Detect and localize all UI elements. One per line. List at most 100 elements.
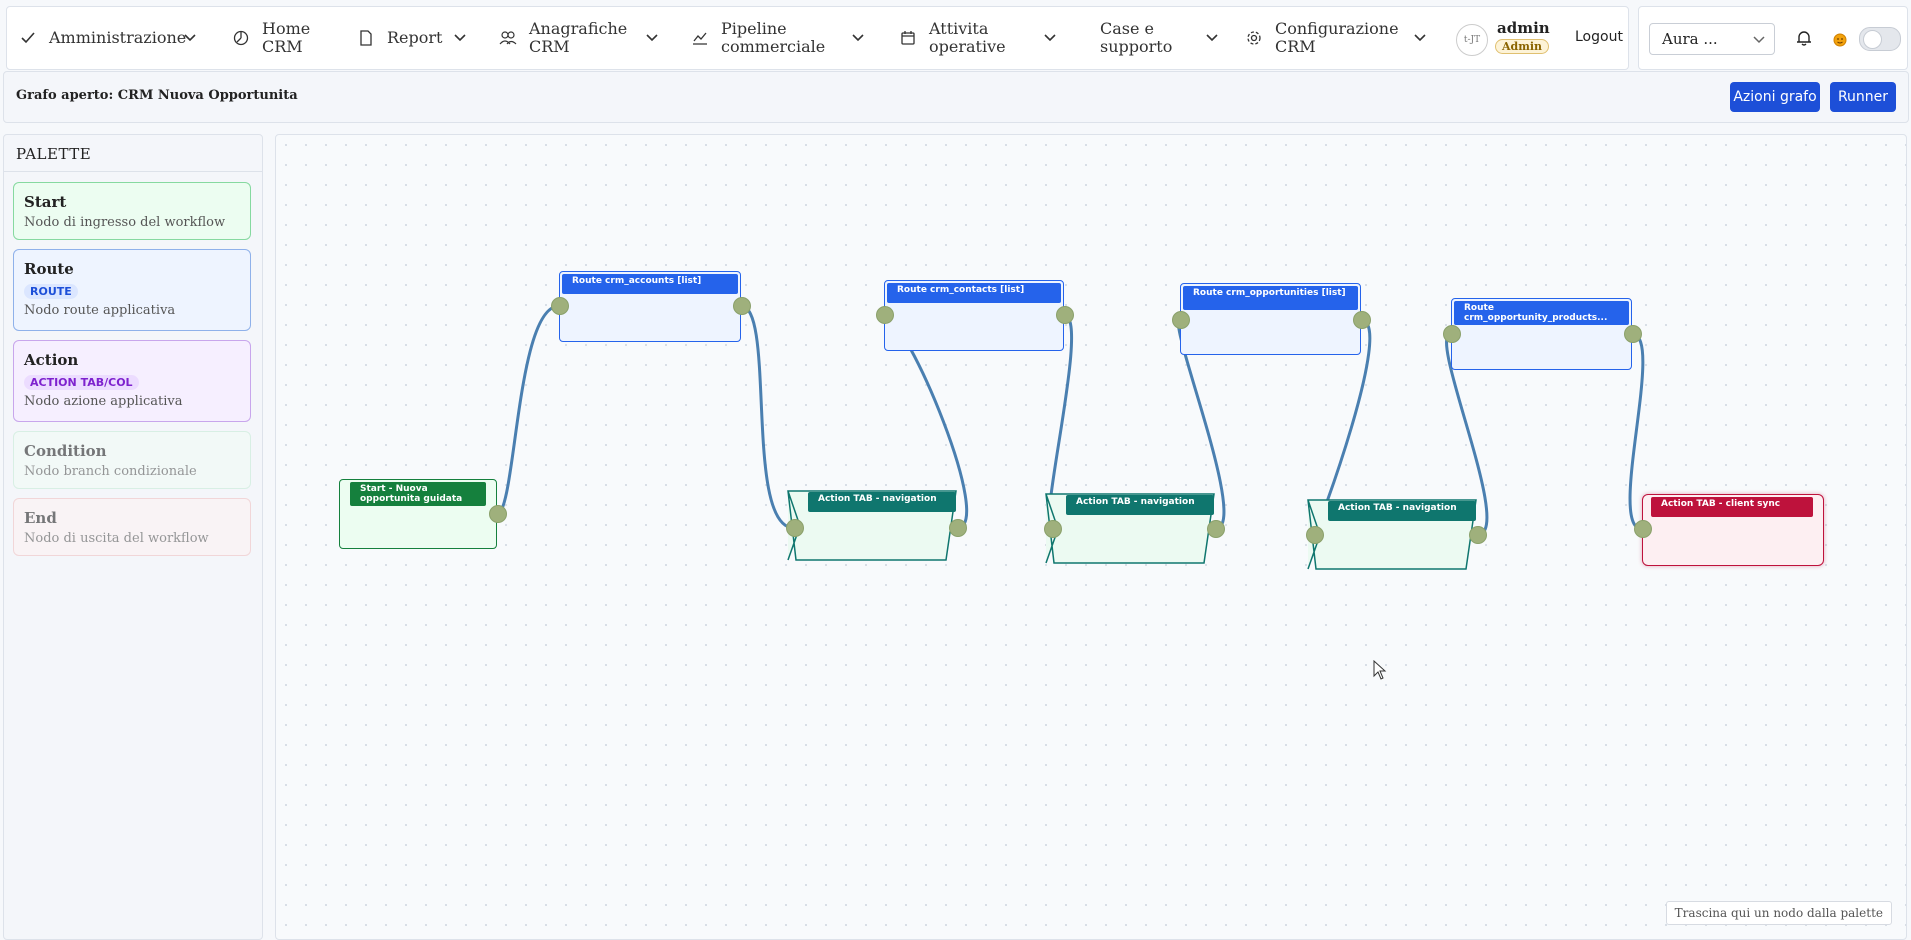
edge-start-r1 — [496, 304, 560, 516]
port-in[interactable] — [551, 297, 569, 315]
node-label: Action TAB - navigation — [1066, 495, 1214, 515]
divider — [4, 171, 262, 172]
palette-item-desc: Nodo azione applicativa — [24, 394, 183, 409]
graph-actions-button[interactable]: Azioni grafo — [1730, 82, 1820, 112]
palette-item-title: Route — [24, 260, 74, 278]
nav-label: Anagrafiche CRM — [529, 19, 628, 56]
nav-label: Report — [387, 28, 443, 47]
graph-canvas[interactable]: Start - Nuova opportunita guidata Route … — [275, 134, 1907, 940]
check-icon — [19, 29, 37, 47]
palette-item-condition[interactable]: Condition Nodo branch condizionale — [13, 431, 251, 489]
action-badge: ACTION TAB/COL — [24, 375, 139, 390]
user-name: admin — [1497, 19, 1550, 37]
bell-icon[interactable] — [1795, 29, 1813, 47]
node-label: Route crm_opportunities [list] — [1183, 286, 1358, 310]
calendar-icon — [899, 29, 917, 47]
node-label: Route crm_contacts [list] — [887, 283, 1061, 303]
gauge-icon — [232, 29, 250, 47]
palette-item-desc: Nodo di ingresso del workflow — [24, 215, 226, 230]
port-out[interactable] — [1624, 325, 1642, 343]
nav-item-case-supporto[interactable]: Case e supporto — [1100, 7, 1180, 69]
port-out[interactable] — [489, 505, 507, 523]
port-in[interactable] — [1044, 520, 1062, 538]
runner-button[interactable]: Runner — [1830, 82, 1896, 112]
palette-item-desc: Nodo route applicativa — [24, 303, 176, 318]
port-in[interactable] — [1443, 325, 1461, 343]
mouse-cursor-icon — [1373, 660, 1387, 680]
users-icon — [499, 29, 517, 47]
trend-icon — [691, 29, 709, 47]
chevron-down-icon[interactable] — [1205, 31, 1219, 45]
palette-item-action[interactable]: Action ACTION TAB/COL Nodo azione applic… — [13, 340, 251, 422]
nav-label: Amministrazione — [49, 28, 187, 47]
chevron-down-icon[interactable] — [1043, 31, 1057, 45]
nav-label: Configurazione CRM — [1275, 19, 1399, 56]
palette-item-desc: Nodo di uscita del workflow — [24, 531, 209, 546]
nav-item-configurazione[interactable]: Configurazione CRM — [1245, 7, 1399, 69]
node-label: Action TAB - navigation — [1328, 501, 1476, 521]
node-end[interactable]: Action TAB - client sync — [1642, 494, 1824, 566]
node-route[interactable]: Route crm_opportunities [list] — [1180, 283, 1361, 355]
port-in[interactable] — [1172, 311, 1190, 329]
port-out[interactable] — [1469, 526, 1487, 544]
palette-item-title: Condition — [24, 442, 107, 460]
palette-item-desc: Nodo branch condizionale — [24, 464, 197, 479]
palette-title: PALETTE — [16, 145, 92, 163]
node-route[interactable]: Route crm_contacts [list] — [884, 280, 1064, 351]
nav-item-home-crm[interactable]: Home CRM — [232, 7, 322, 69]
port-out[interactable] — [1353, 311, 1371, 329]
nav-item-attivita[interactable]: Attivita operative — [899, 7, 1009, 69]
palette-item-end[interactable]: End Nodo di uscita del workflow — [13, 498, 251, 556]
node-label: Action TAB - navigation — [808, 492, 956, 512]
node-start[interactable]: Start - Nuova opportunita guidata — [339, 479, 497, 549]
port-in[interactable] — [1634, 520, 1652, 538]
port-out[interactable] — [949, 519, 967, 537]
nav-item-anagrafiche[interactable]: Anagrafiche CRM — [499, 7, 628, 69]
toggle-knob — [1863, 30, 1882, 49]
node-label: Route crm_accounts [list] — [562, 274, 738, 294]
graph-title: Grafo aperto: CRM Nuova Opportunita — [16, 88, 298, 103]
node-action[interactable]: Action TAB - navigation — [787, 490, 957, 561]
graph-subbar: Grafo aperto: CRM Nuova Opportunita Azio… — [3, 71, 1909, 123]
top-right-bar: Aura ... — [1638, 6, 1908, 70]
top-nav-bar: Amministrazione Home CRM Report Anagrafi… — [6, 6, 1629, 70]
palette-item-title: End — [24, 509, 57, 527]
node-label: Route crm_opportunity_products... — [1454, 301, 1629, 325]
role-badge: Admin — [1495, 39, 1550, 54]
chevron-down-icon[interactable] — [645, 31, 659, 45]
port-in[interactable] — [1306, 526, 1324, 544]
port-out[interactable] — [733, 297, 751, 315]
node-route[interactable]: Route crm_opportunity_products... — [1451, 298, 1632, 370]
theme-toggle[interactable] — [1859, 27, 1901, 51]
port-out[interactable] — [1207, 520, 1225, 538]
palette-item-start[interactable]: Start Nodo di ingresso del workflow — [13, 182, 251, 240]
chevron-down-icon[interactable] — [183, 31, 197, 45]
drop-hint: Trascina qui un nodo dalla palette — [1665, 901, 1892, 925]
nav-label: Case e supporto — [1100, 19, 1173, 56]
palette-panel: PALETTE Start Nodo di ingresso del workf… — [3, 134, 263, 940]
palette-item-route[interactable]: Route ROUTE Nodo route applicativa — [13, 249, 251, 331]
gear-icon — [1245, 29, 1263, 47]
route-badge: ROUTE — [24, 284, 78, 299]
chevron-down-icon[interactable] — [453, 31, 467, 45]
port-in[interactable] — [786, 519, 804, 537]
node-action[interactable]: Action TAB - navigation — [1307, 499, 1477, 570]
document-icon — [357, 29, 375, 47]
chevron-down-icon[interactable] — [851, 31, 865, 45]
node-label: Start - Nuova opportunita guidata — [350, 482, 486, 506]
sun-icon[interactable] — [1829, 29, 1851, 51]
nav-item-pipeline[interactable]: Pipeline commerciale — [691, 7, 826, 69]
node-route[interactable]: Route crm_accounts [list] — [559, 271, 741, 342]
nav-label: Attivita operative — [929, 19, 1006, 56]
node-action[interactable]: Action TAB - navigation — [1045, 493, 1215, 564]
nav-label: Pipeline commerciale — [721, 19, 826, 56]
port-in[interactable] — [876, 306, 894, 324]
port-out[interactable] — [1056, 306, 1074, 324]
node-label: Action TAB - client sync — [1651, 497, 1813, 517]
logout-link[interactable]: Logout — [1575, 29, 1623, 45]
chevron-down-icon[interactable] — [1413, 31, 1427, 45]
theme-select[interactable]: Aura ... — [1649, 23, 1775, 55]
avatar[interactable]: t-JT — [1456, 24, 1488, 56]
nav-item-amministrazione[interactable]: Amministrazione — [19, 7, 186, 69]
nav-item-report[interactable]: Report — [357, 7, 442, 69]
